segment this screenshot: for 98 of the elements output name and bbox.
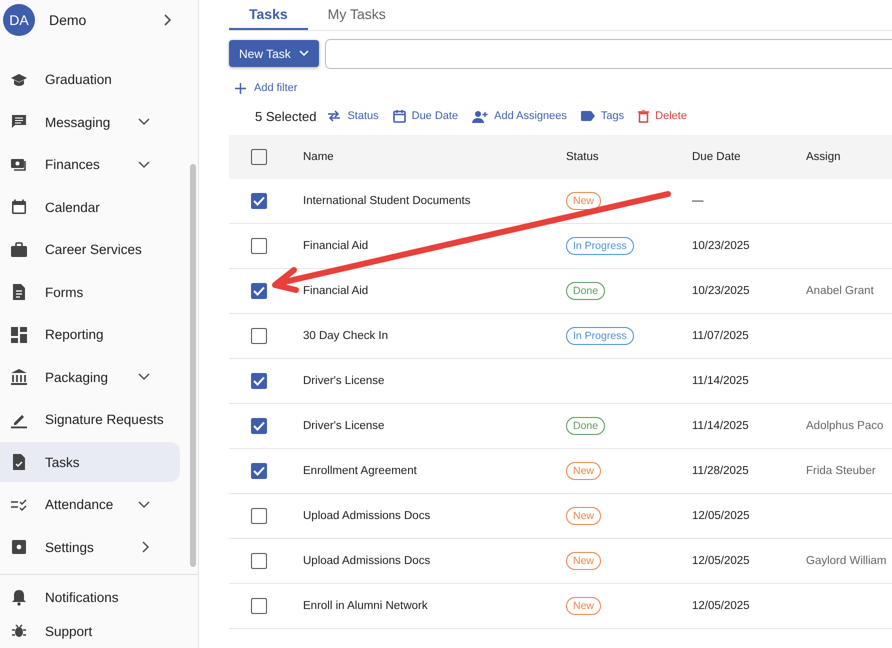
sidebar-item[interactable]: Settings	[0, 527, 180, 568]
sidebar-item[interactable]: Notifications	[0, 580, 180, 614]
table-cell: Gaylord William	[806, 555, 887, 567]
table-cell: 30 Day Check In	[303, 330, 388, 342]
table-cell: 12/05/2025	[692, 510, 750, 522]
sidebar-item[interactable]: Finances	[0, 144, 180, 185]
status-badge: New	[566, 192, 602, 210]
chevron-down-icon	[138, 118, 150, 126]
row-checkbox[interactable]	[251, 508, 267, 524]
chevron-right-icon	[142, 541, 150, 554]
sidebar-item[interactable]: Signature Requests	[0, 400, 180, 440]
table-cell: Driver's License	[303, 375, 384, 387]
table-cell: Anabel Grant	[806, 285, 874, 297]
add-person-icon	[472, 110, 488, 122]
settings-icon	[10, 538, 28, 556]
table-cell: Financial Aid	[303, 240, 368, 252]
table-cell: Frida Steuber	[806, 465, 876, 477]
dashboard-icon	[10, 326, 28, 344]
sidebar-item[interactable]: Reporting	[0, 314, 180, 355]
bug-icon	[10, 622, 28, 640]
bulk-action-button[interactable]: Delete	[638, 110, 687, 122]
bulk-action-button[interactable]: Due Date	[392, 109, 458, 123]
trash-icon	[638, 110, 650, 122]
sidebar-item[interactable]: Career Services	[0, 230, 180, 270]
bulk-action-button[interactable]: Add Assignees	[472, 110, 567, 122]
task-document-icon	[10, 453, 28, 472]
calendar-icon	[10, 198, 28, 216]
table-cell: 10/23/2025	[692, 285, 750, 297]
bank-icon	[10, 368, 28, 386]
bell-icon	[10, 588, 28, 606]
plus-icon	[235, 82, 246, 94]
tag-icon	[580, 111, 595, 121]
row-checkbox[interactable]	[251, 598, 267, 614]
row-checkbox[interactable]	[251, 238, 267, 254]
scrollbar[interactable]	[190, 164, 196, 567]
caret-down-icon	[298, 50, 309, 57]
table-cell: 12/05/2025	[692, 555, 750, 567]
table-cell: 11/07/2025	[692, 330, 749, 342]
search-field[interactable]	[324, 39, 892, 69]
tab[interactable]: My Tasks	[308, 0, 406, 30]
table-cell: Enrollment Agreement	[303, 465, 417, 477]
tab[interactable]: Tasks	[229, 0, 308, 30]
table-cell: 11/14/2025	[692, 375, 749, 387]
chevron-down-icon	[138, 500, 150, 509]
row-checkbox[interactable]	[251, 193, 267, 209]
selected-count: 5 Selected	[255, 108, 316, 124]
sidebar-item[interactable]: Tasks	[0, 442, 180, 482]
chevron-down-icon	[138, 373, 150, 382]
briefcase-icon	[10, 240, 28, 259]
status-badge: New	[566, 597, 602, 615]
table-cell: —	[692, 195, 704, 207]
row-checkbox[interactable]	[251, 283, 267, 299]
swap-arrows-icon	[327, 110, 342, 122]
column-header[interactable]: Name	[303, 151, 334, 163]
table-cell: Enroll in Alumni Network	[303, 600, 428, 612]
new-task-button[interactable]: New Task	[229, 40, 319, 67]
sidebar-item[interactable]: Graduation	[0, 60, 180, 100]
table-cell: 11/14/2025	[692, 420, 749, 432]
select-all-checkbox[interactable]	[251, 149, 267, 165]
status-badge: Done	[566, 282, 606, 300]
table-cell: Upload Admissions Docs	[303, 510, 430, 522]
row-checkbox[interactable]	[251, 328, 267, 344]
column-header[interactable]: Status	[566, 151, 599, 163]
row-checkbox[interactable]	[251, 373, 267, 389]
chevron-right-icon[interactable]	[162, 14, 172, 26]
sidebar-item[interactable]: Calendar	[0, 187, 180, 228]
table-cell: Adolphus Paco	[806, 420, 884, 432]
status-badge: In Progress	[566, 327, 634, 345]
table-cell: International Student Documents	[303, 195, 470, 207]
account-name: Demo	[49, 12, 88, 28]
table-cell: 11/28/2025	[692, 465, 749, 477]
sidebar-item[interactable]: Packaging	[0, 357, 180, 398]
row-checkbox[interactable]	[251, 418, 267, 434]
chevron-down-icon	[138, 160, 150, 169]
table-cell: Upload Admissions Docs	[303, 555, 430, 567]
status-badge: New	[566, 552, 602, 570]
bulk-action-button[interactable]: Tags	[580, 110, 624, 122]
column-header[interactable]: Assign	[806, 151, 841, 163]
table-cell: 10/23/2025	[692, 240, 750, 252]
status-badge: New	[566, 507, 602, 525]
document-icon	[10, 283, 28, 302]
table-cell: Financial Aid	[303, 285, 368, 297]
sidebar-item[interactable]: Forms	[0, 272, 180, 312]
sidebar-item[interactable]: Attendance	[0, 484, 180, 525]
calendar-icon	[392, 109, 406, 123]
bulk-action-button[interactable]: Status	[327, 110, 379, 122]
row-checkbox[interactable]	[251, 553, 267, 569]
status-badge: Done	[566, 417, 606, 435]
row-checkbox[interactable]	[251, 463, 267, 479]
table-cell: 12/05/2025	[692, 600, 750, 612]
table-cell: Driver's License	[303, 420, 384, 432]
status-badge: New	[566, 462, 602, 480]
user-avatar[interactable]: DA	[3, 4, 35, 36]
column-header[interactable]: Due Date	[692, 151, 741, 163]
add-filter-button[interactable]: Add filter	[229, 82, 304, 94]
status-badge: In Progress	[566, 237, 634, 255]
sidebar-item[interactable]: Messaging	[0, 102, 180, 142]
sidebar-item[interactable]: Support	[0, 614, 180, 648]
